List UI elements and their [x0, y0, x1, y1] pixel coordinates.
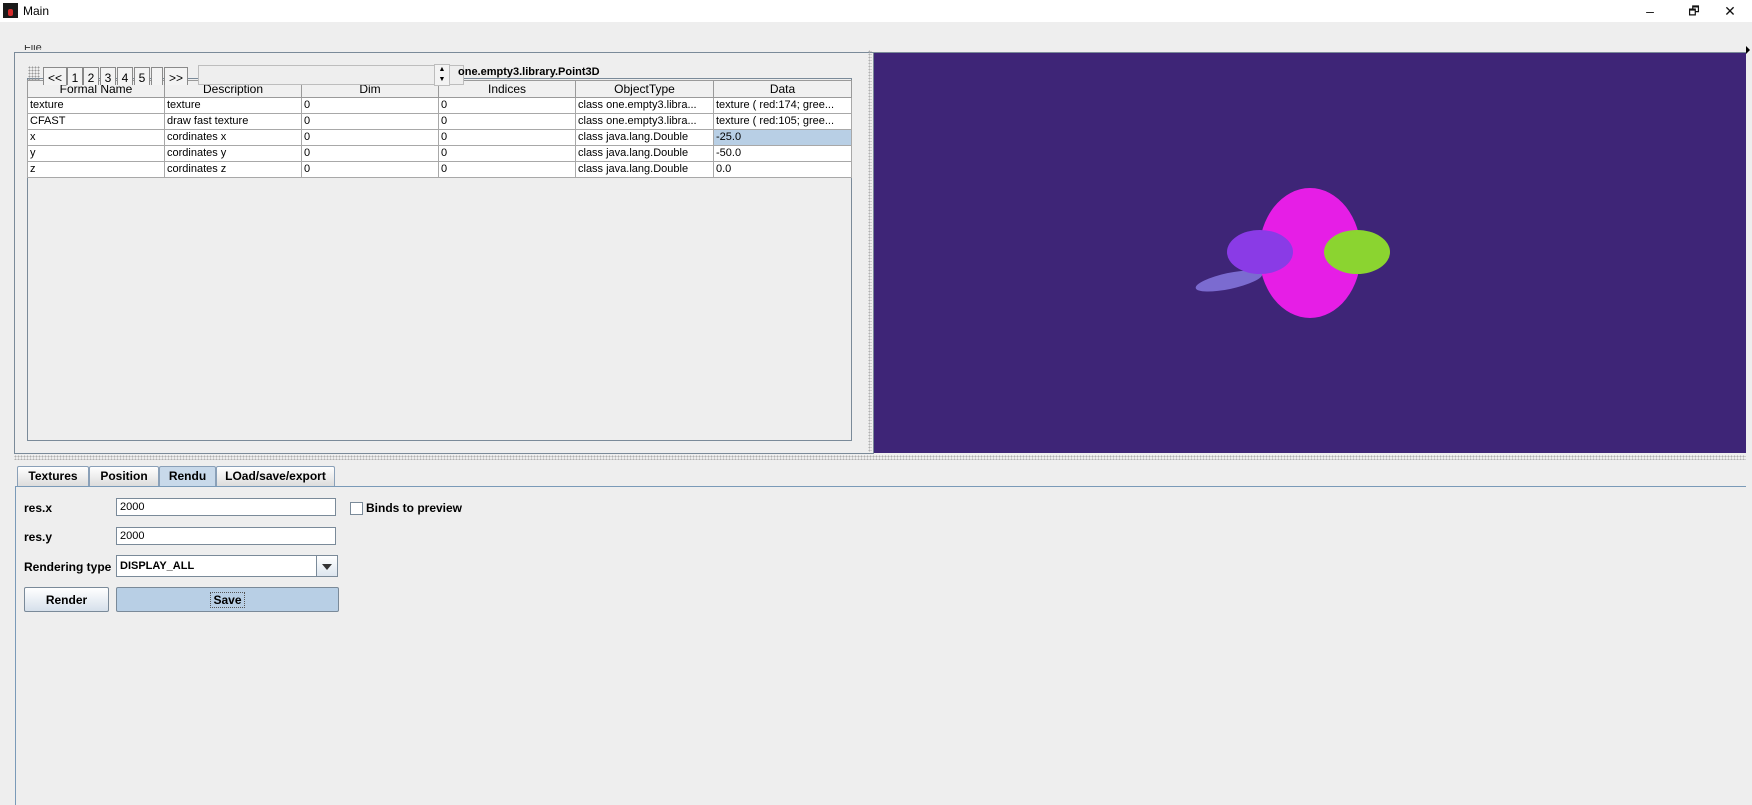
table-cell[interactable]: class java.lang.Double — [575, 161, 714, 178]
app-icon — [3, 3, 18, 18]
cursor-icon — [1746, 46, 1750, 54]
table-cell[interactable]: 0 — [438, 129, 576, 146]
page-button-2[interactable]: 2 — [83, 67, 99, 85]
page-separator — [151, 67, 163, 85]
table-cell-selected[interactable]: -25.0 — [713, 129, 852, 146]
page-button-1[interactable]: 1 — [67, 67, 83, 85]
table-cell[interactable]: 0.0 — [713, 161, 852, 178]
table-cell[interactable]: y — [27, 145, 165, 162]
table-row[interactable]: z cordinates z 0 0 class java.lang.Doubl… — [27, 161, 852, 178]
menu-strip — [0, 22, 1752, 48]
table-cell[interactable]: 0 — [301, 97, 439, 114]
table-cell[interactable]: class java.lang.Double — [575, 129, 714, 146]
prev-page-button[interactable]: << — [43, 67, 67, 85]
page-toolbar: << 1 2 3 4 5 >> — [28, 64, 464, 85]
table-cell[interactable]: 0 — [301, 145, 439, 162]
page-spinner[interactable]: ▲ ▼ — [434, 64, 450, 86]
table-cell[interactable]: texture ( red:174; gree... — [713, 97, 852, 114]
chevron-down-icon[interactable] — [316, 556, 337, 576]
object-class-label: one.empty3.library.Point3D — [458, 66, 600, 78]
rendering-type-value: DISPLAY_ALL — [120, 560, 195, 572]
table-cell[interactable]: 0 — [438, 145, 576, 162]
table-cell[interactable]: 0 — [301, 129, 439, 146]
save-button-label: Save — [210, 592, 245, 608]
tab-rendu[interactable]: Rendu — [159, 466, 216, 487]
left-ellipse — [1227, 230, 1293, 274]
spinner-down-icon[interactable]: ▼ — [435, 75, 449, 85]
title-bar: Main – 🗗 ✕ — [0, 0, 1752, 22]
tab-load-save-export[interactable]: LOad/save/export — [216, 466, 335, 486]
column-header[interactable]: Data — [713, 80, 852, 98]
window-title: Main — [23, 4, 50, 18]
column-header[interactable]: ObjectType — [575, 80, 714, 98]
render-button[interactable]: Render — [24, 587, 109, 612]
table-cell[interactable]: class java.lang.Double — [575, 145, 714, 162]
table-cell[interactable]: 0 — [438, 97, 576, 114]
res-x-input[interactable] — [116, 498, 336, 516]
res-y-input[interactable] — [116, 527, 336, 545]
table-cell[interactable]: texture ( red:105; gree... — [713, 113, 852, 130]
table-cell[interactable]: 0 — [301, 113, 439, 130]
vertical-splitter[interactable] — [868, 50, 872, 452]
table-row[interactable]: texture texture 0 0 class one.empty3.lib… — [27, 97, 852, 114]
page-button-3[interactable]: 3 — [100, 67, 116, 85]
table-cell[interactable]: x — [27, 129, 165, 146]
table-cell[interactable]: 0 — [438, 113, 576, 130]
next-page-button[interactable]: >> — [164, 67, 188, 85]
table-row[interactable]: x cordinates x 0 0 class java.lang.Doubl… — [27, 129, 852, 146]
page-button-5[interactable]: 5 — [134, 67, 150, 85]
table-cell[interactable]: -50.0 — [713, 145, 852, 162]
save-button[interactable]: Save — [116, 587, 339, 612]
table-cell[interactable]: cordinates x — [164, 129, 302, 146]
minimize-button[interactable]: – — [1628, 0, 1672, 22]
table-cell[interactable]: z — [27, 161, 165, 178]
table-cell[interactable]: texture — [27, 97, 165, 114]
res-x-label: res.x — [24, 501, 53, 515]
res-y-label: res.y — [24, 530, 53, 544]
render-preview[interactable] — [874, 52, 1746, 453]
binds-to-preview-label[interactable]: Binds to preview — [366, 501, 462, 515]
binds-to-preview-checkbox[interactable] — [350, 502, 363, 515]
table-row[interactable]: CFAST draw fast texture 0 0 class one.em… — [27, 113, 852, 130]
table-cell[interactable]: class one.empty3.libra... — [575, 113, 714, 130]
toolbar-grip-icon[interactable] — [28, 66, 40, 80]
rendering-type-select[interactable]: DISPLAY_ALL — [116, 555, 338, 577]
tab-textures[interactable]: Textures — [17, 466, 89, 486]
table-cell[interactable]: CFAST — [27, 113, 165, 130]
table-cell[interactable]: cordinates y — [164, 145, 302, 162]
horizontal-splitter[interactable] — [14, 455, 1746, 460]
page-toolbar-field — [198, 65, 464, 85]
rendering-type-label: Rendering type — [24, 560, 112, 574]
properties-table: Formal Name Description Dim Indices Obje… — [27, 80, 852, 178]
spinner-up-icon[interactable]: ▲ — [435, 65, 449, 75]
table-cell[interactable]: draw fast texture — [164, 113, 302, 130]
table-cell[interactable]: 0 — [438, 161, 576, 178]
close-button[interactable]: ✕ — [1708, 0, 1752, 22]
table-cell[interactable]: texture — [164, 97, 302, 114]
right-ellipse — [1324, 230, 1390, 274]
preview-canvas — [1195, 188, 1390, 318]
table-row[interactable]: y cordinates y 0 0 class java.lang.Doubl… — [27, 145, 852, 162]
menu-file[interactable]: File — [24, 45, 42, 50]
table-cell[interactable]: class one.empty3.libra... — [575, 97, 714, 114]
table-cell[interactable]: 0 — [301, 161, 439, 178]
tab-position[interactable]: Position — [89, 466, 159, 486]
page-button-4[interactable]: 4 — [117, 67, 133, 85]
table-cell[interactable]: cordinates z — [164, 161, 302, 178]
